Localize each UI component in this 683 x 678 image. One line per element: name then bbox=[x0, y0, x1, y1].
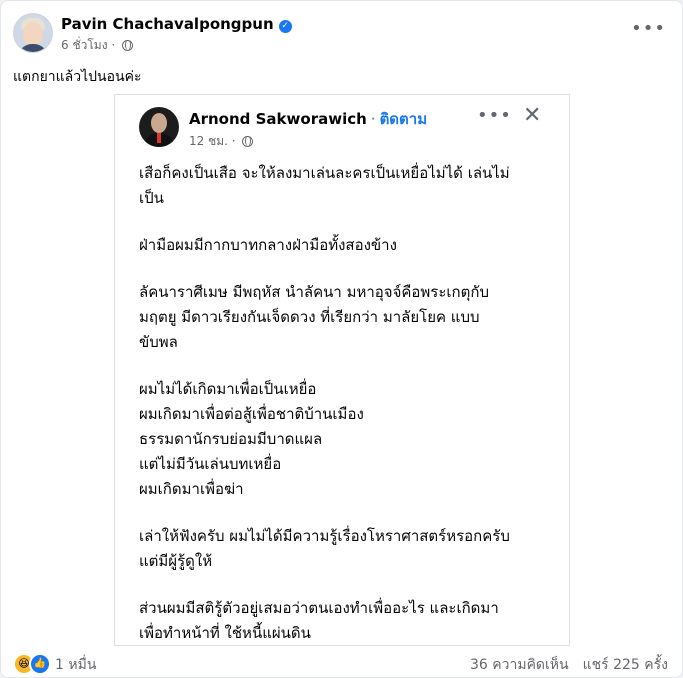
shared-paragraph: เล่าให้ฟังครับ ผมไม่ได้มีความรู้เรื่องโห… bbox=[139, 527, 510, 570]
author-name[interactable]: Pavin Chachavalpongpun bbox=[61, 15, 274, 33]
avatar-face bbox=[23, 22, 43, 46]
avatar-body bbox=[18, 44, 48, 52]
shared-author-row: Arnond Sakworawich · ติดตาม bbox=[189, 107, 427, 131]
globe-icon bbox=[122, 40, 134, 51]
shared-body: เสือก็คงเป็นเสือ จะให้ลงมาเล่นละครเป็นเห… bbox=[139, 161, 549, 645]
shared-author-avatar bbox=[139, 107, 179, 147]
shared-paragraph: ฝ่ามือผมมีกากบาทกลางฝ่ามือทั้งสองข้าง bbox=[139, 236, 397, 254]
shared-avatar-face bbox=[151, 113, 167, 133]
shared-paragraph: ส่วนผมมีสติรู้ตัวอยู่เสมอว่าตนเองทำเพื่อ… bbox=[139, 599, 499, 642]
shared-globe-icon bbox=[242, 136, 254, 147]
shared-paragraph: เสือก็คงเป็นเสือ จะให้ลงมาเล่นละครเป็นเห… bbox=[139, 164, 510, 207]
close-icon: ✕ bbox=[523, 103, 542, 128]
author-name-row: Pavin Chachavalpongpun ✓ bbox=[61, 15, 292, 33]
follow-link: ติดตาม bbox=[379, 110, 428, 128]
post-caption: แตกยาแล้วไปนอนค่ะ bbox=[13, 69, 142, 85]
reaction-count[interactable]: 1 หมื่น bbox=[55, 654, 96, 676]
post-footer: 😆 👍 1 หมื่น 36 ความคิดเห็น แชร์ 225 ครั้ง bbox=[1, 645, 682, 677]
shared-screenshot[interactable]: Arnond Sakworawich · ติดตาม 12 ชม. · ••• ✕… bbox=[114, 94, 570, 646]
post-meta: 6 ชั่วโมง · bbox=[61, 36, 134, 55]
shared-paragraph: ผมไม่ได้เกิดมาเพื่อเป็นเหยื่อ ผมเกิดมาเพ… bbox=[139, 380, 364, 498]
more-options-icon[interactable]: ••• bbox=[631, 18, 666, 39]
comment-count[interactable]: 36 ความคิดเห็น bbox=[470, 657, 569, 673]
shared-paragraph: ลัคนาราศีเมษ มีพฤหัส นำลัคนา มหาอุจจ์คือ… bbox=[139, 283, 489, 351]
shared-more-icon: ••• bbox=[477, 105, 512, 126]
like-reaction-icon[interactable]: 👍 bbox=[29, 653, 51, 675]
shared-meta: 12 ชม. · bbox=[189, 132, 254, 151]
post-time[interactable]: 6 ชั่วโมง · bbox=[61, 38, 115, 52]
post-stats: 36 ความคิดเห็น แชร์ 225 ครั้ง bbox=[470, 654, 668, 676]
shared-time: 12 ชม. · bbox=[189, 134, 236, 148]
share-count[interactable]: แชร์ 225 ครั้ง bbox=[583, 657, 668, 673]
verified-badge-icon: ✓ bbox=[278, 20, 292, 33]
post-card: Pavin Chachavalpongpun ✓ 6 ชั่วโมง · ••• … bbox=[0, 0, 683, 678]
author-avatar[interactable] bbox=[13, 13, 53, 53]
shared-author-name: Arnond Sakworawich bbox=[189, 110, 367, 128]
shared-avatar-tie bbox=[157, 133, 161, 143]
shared-dot: · bbox=[370, 110, 376, 128]
